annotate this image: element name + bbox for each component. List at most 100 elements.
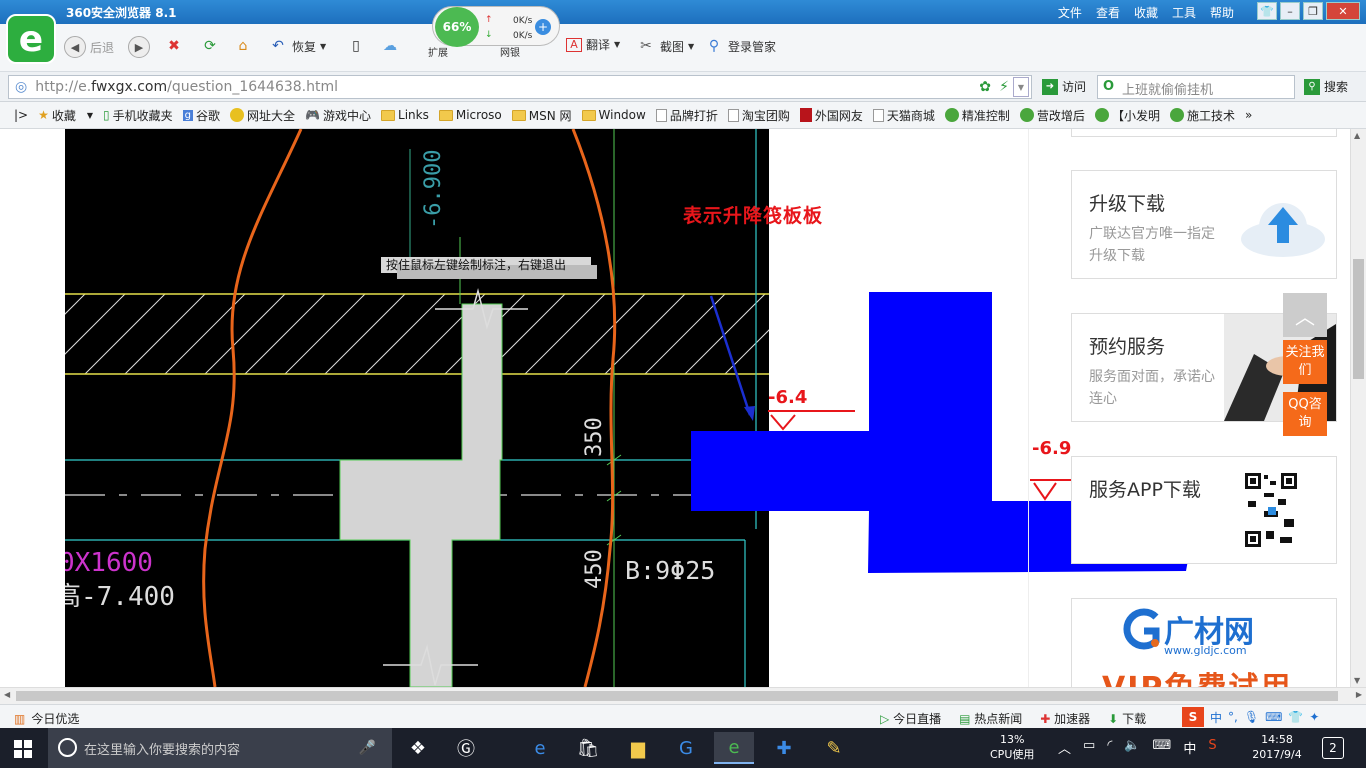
stop-button[interactable]: ✖	[164, 36, 184, 56]
address-bar[interactable]: ◎ http://e.fwxgx.com/question_1644638.ht…	[8, 75, 1032, 99]
horizontal-scrollbar[interactable]: ◀ ▶	[0, 687, 1366, 704]
bookmark-folder[interactable]: Window	[581, 108, 646, 122]
download-button[interactable]: ⬇ 下载	[1108, 710, 1146, 727]
ebank-button[interactable]: 网银	[500, 44, 520, 59]
address-dropdown-icon[interactable]: ▼	[1013, 77, 1029, 97]
bookmark-folder[interactable]: Links	[381, 108, 429, 122]
translate-button[interactable]: A 翻译 ▼	[566, 36, 620, 53]
wifi-icon[interactable]: ◜	[1107, 738, 1112, 757]
minimize-button[interactable]: –	[1280, 2, 1300, 20]
skin-icon[interactable]: 👕	[1257, 2, 1277, 20]
back-to-top-button[interactable]: ︿	[1283, 293, 1327, 337]
menu-file[interactable]: 文件	[1058, 4, 1082, 21]
bookmark-folder[interactable]: MSN 网	[511, 107, 572, 124]
boost-icon[interactable]: +	[535, 19, 551, 35]
store-icon[interactable]: 🛍	[568, 732, 608, 764]
menu-help[interactable]: 帮助	[1210, 4, 1234, 21]
network-speed-widget[interactable]: 66% ↑ ↓ 0K/s 0K/s +	[432, 6, 560, 47]
bookmark-item[interactable]: ▯ 手机收藏夹	[103, 107, 173, 124]
app-download-card[interactable]: 服务APP下载	[1071, 456, 1337, 564]
bookmark-item[interactable]: 天猫商城	[872, 107, 935, 124]
scroll-down-icon[interactable]: ▼	[1354, 676, 1360, 685]
sogou-tray-icon[interactable]: S	[1208, 738, 1216, 757]
restore-button[interactable]: ↶ 恢复 ▼	[268, 36, 326, 56]
visit-button[interactable]: ➜ 访问	[1042, 78, 1086, 95]
search-input[interactable]: O 上班就偷偷挂机	[1097, 75, 1295, 99]
microphone-icon[interactable]: 🎤	[359, 740, 376, 756]
keyboard-icon[interactable]: ⌨	[1153, 738, 1172, 757]
maximize-button[interactable]: ❐	[1303, 2, 1323, 20]
bookmark-item[interactable]: 营改增后	[1019, 107, 1085, 124]
sidebar-toggle-icon[interactable]: |>	[14, 108, 28, 122]
file-explorer-icon[interactable]: ▆	[618, 732, 658, 764]
bookmark-item[interactable]: 🎮 游戏中心	[305, 107, 371, 124]
360-browser-taskbar-icon[interactable]: e	[714, 732, 754, 764]
punctuation-icon[interactable]: °,	[1228, 710, 1238, 724]
bookmark-item[interactable]: 精准控制	[944, 107, 1010, 124]
settings-icon[interactable]: ✦	[1309, 710, 1319, 724]
qq-consult-button[interactable]: QQ咨询	[1283, 392, 1327, 436]
glodon-g-icon[interactable]: G	[666, 732, 706, 764]
live-button[interactable]: ▷ 今日直播	[880, 710, 941, 727]
menu-tools[interactable]: 工具	[1172, 4, 1196, 21]
news-button[interactable]: ▤ 热点新闻	[959, 710, 1022, 727]
battery-icon[interactable]: ▭	[1083, 738, 1095, 757]
home-button[interactable]: ⌂	[233, 36, 253, 56]
bookmark-item[interactable]: g 谷歌	[182, 107, 220, 124]
bookmark-item[interactable]: 淘宝团购	[727, 107, 790, 124]
back-button[interactable]: ◀ 后退	[64, 36, 114, 58]
page-icon	[872, 108, 884, 122]
scroll-left-icon[interactable]: ◀	[4, 690, 10, 699]
scroll-right-icon[interactable]: ▶	[1356, 690, 1362, 699]
login-manager-button[interactable]: ⚲ 登录管家	[704, 36, 776, 56]
bookmark-item[interactable]: 【小发明	[1094, 107, 1160, 124]
volume-icon[interactable]: 🔈	[1124, 738, 1140, 757]
ime-indicator[interactable]: 中	[1183, 738, 1196, 757]
task-view-icon[interactable]: ❖	[398, 732, 438, 764]
skin-icon[interactable]: 👕	[1288, 710, 1303, 724]
accelerator-button[interactable]: ✚ 加速器	[1040, 710, 1090, 727]
reload-icon[interactable]: ✿	[979, 79, 991, 95]
keyboard-icon[interactable]: ⌨	[1265, 710, 1282, 724]
upgrade-card[interactable]: 升级下载 广联达官方唯一指定升级下载	[1071, 170, 1337, 279]
sogou-icon[interactable]: S	[1182, 707, 1204, 727]
close-button[interactable]: ✕	[1326, 2, 1360, 20]
cloud-button[interactable]: ☁	[380, 36, 400, 56]
ime-mode[interactable]: 中	[1210, 709, 1222, 726]
clock[interactable]: 14:58 2017/9/4	[1249, 732, 1305, 762]
forward-button[interactable]: ▶	[128, 36, 150, 58]
remote-app-icon[interactable]: ✚	[764, 732, 804, 764]
screenshot-button[interactable]: ✂ 截图 ▼	[636, 36, 694, 56]
bookmark-favorites[interactable]: ★ 收藏 ▼	[38, 107, 93, 124]
bookmark-folder[interactable]: Microso	[438, 108, 502, 122]
refresh-button[interactable]: ⟳	[200, 36, 220, 56]
menu-favorites[interactable]: 收藏	[1134, 4, 1158, 21]
follow-us-button[interactable]: 关注我们	[1283, 340, 1327, 384]
bookmark-item[interactable]: 外国网友	[799, 107, 863, 124]
menu-view[interactable]: 查看	[1096, 4, 1120, 21]
mobile-button[interactable]: ▯	[346, 36, 366, 56]
cpu-indicator[interactable]: 13% CPU使用	[990, 732, 1034, 762]
vertical-scrollbar[interactable]: ▲ ▼	[1350, 129, 1366, 687]
bookmark-item[interactable]: 施工技术	[1169, 107, 1235, 124]
more-bookmarks-icon[interactable]: »	[1245, 108, 1252, 122]
windows-start-icon[interactable]	[14, 740, 32, 758]
glodon-app-icon[interactable]: Ⓖ	[446, 732, 486, 764]
taskbar-search[interactable]: 在这里输入你要搜索的内容 🎤	[48, 728, 392, 768]
bookmark-item[interactable]: 品牌打折	[655, 107, 718, 124]
cpu-label: CPU使用	[990, 748, 1035, 761]
scrollbar-thumb[interactable]	[16, 691, 1338, 701]
scroll-up-icon[interactable]: ▲	[1354, 131, 1360, 140]
today-picks[interactable]: ▥ 今日优选	[14, 710, 79, 727]
microphone-icon[interactable]: 🎙	[1244, 710, 1259, 724]
bookmark-item[interactable]: 网址大全	[230, 107, 295, 124]
lightning-icon[interactable]: ⚡	[999, 79, 1009, 95]
extension-button[interactable]: 扩展	[428, 44, 448, 59]
notification-center-icon[interactable]: 2	[1322, 737, 1344, 759]
scrollbar-thumb[interactable]	[1353, 259, 1364, 379]
notes-app-icon[interactable]: ✎	[814, 732, 854, 764]
ad-card[interactable]: 广材网 www.gldjc.com VIP免费试用	[1071, 598, 1337, 687]
chevron-up-icon[interactable]: ︿	[1058, 738, 1071, 757]
edge-icon[interactable]: e	[520, 732, 560, 764]
search-button[interactable]: ⚲ 搜索	[1304, 78, 1348, 95]
